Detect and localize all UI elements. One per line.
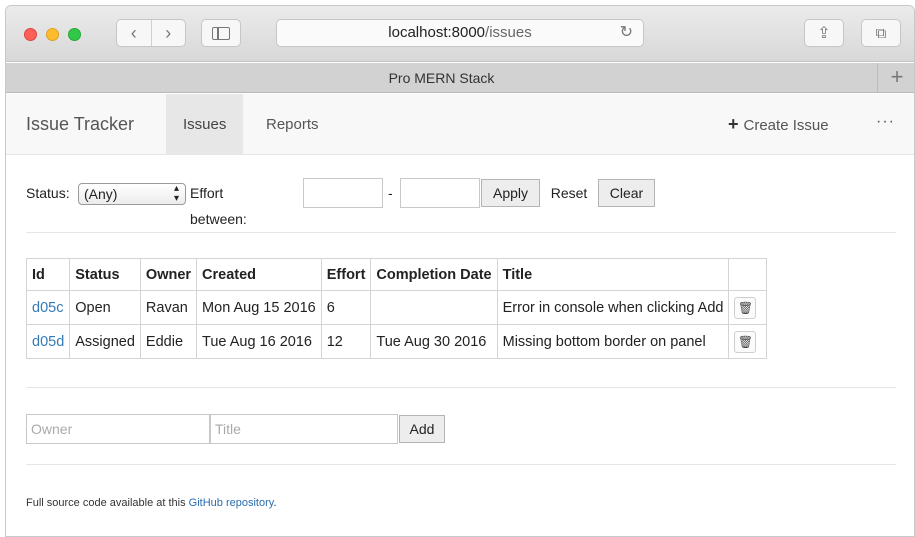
trash-icon[interactable]: 🗑 [734,296,757,319]
status-select-value: (Any) [84,186,118,202]
show-tabs-button[interactable]: ⧉ [861,19,901,47]
zoom-window-button[interactable] [68,28,81,41]
tab-bar: Pro MERN Stack + [6,63,914,93]
column-header-effort: Effort [320,258,372,291]
divider [26,387,896,388]
minimize-window-button[interactable] [46,28,59,41]
browser-toolbar: ‹ › localhost:8000/issues ↻ ⇪ ⧉ [6,6,914,62]
reset-button[interactable]: Reset [541,179,597,207]
url-path: /issues [485,24,532,41]
footer-suffix: . [273,497,277,509]
close-window-button[interactable] [24,28,37,41]
add-button[interactable]: Add [399,415,445,443]
app-navbar: Issue Tracker Issues Reports + Create Iss… [6,94,914,156]
select-arrows-icon: ▴ ▾ [173,183,179,204]
brand-title[interactable]: Issue Tracker [26,94,134,155]
table-header-row: Id Status Owner Created Effort Completio… [25,258,768,291]
clear-button[interactable]: Clear [598,179,655,207]
title-input[interactable]: Title [210,414,398,444]
plus-icon: + [728,114,739,134]
issue-actions-cell: 🗑 [728,324,768,359]
share-icon: ⇪ [817,25,831,42]
issue-created-cell: Mon Aug 15 2016 [196,290,322,325]
effort-max-input[interactable] [400,178,480,208]
column-header-id: Id [25,258,71,291]
url-host: localhost:8000 [388,24,486,41]
issue-id-cell: d05d [25,324,71,359]
column-header-status: Status [69,258,141,291]
footer: Full source code available at this GitHu… [26,497,277,509]
issue-id-cell: d05c [25,290,71,325]
footer-text: Full source code available at this [26,497,189,509]
browser-window: ‹ › localhost:8000/issues ↻ ⇪ ⧉ Pro MERN… [5,5,915,537]
issue-id-link[interactable]: d05c [32,300,63,316]
issue-owner-cell: Ravan [139,290,198,325]
issue-created-cell: Tue Aug 16 2016 [196,324,322,359]
effort-separator: - [388,185,393,201]
active-tab[interactable]: Pro MERN Stack [6,63,878,93]
column-header-actions [728,258,768,291]
column-header-created: Created [196,258,322,291]
back-arrow-icon[interactable]: ‹ [117,20,151,46]
effort-label: Effort between: [190,185,247,227]
create-issue-button[interactable]: + Create Issue [728,94,829,156]
issue-completion-cell [370,290,498,325]
table-row: d05c Open Ravan Mon Aug 15 2016 6 Error … [25,290,768,325]
github-link[interactable]: GitHub repository [189,497,274,509]
nav-item-reports[interactable]: Reports [249,94,336,155]
issue-table: Id Status Owner Created Effort Completio… [25,258,768,359]
issue-title-cell: Missing bottom border on panel [496,324,730,359]
forward-arrow-icon[interactable]: › [150,20,186,46]
status-label: Status: [26,185,70,201]
issue-title-cell: Error in console when clicking Add [496,290,730,325]
column-header-title: Title [496,258,730,291]
issue-completion-cell: Tue Aug 30 2016 [370,324,498,359]
issue-effort-cell: 6 [320,290,372,325]
effort-min-input[interactable] [303,178,383,208]
reload-icon[interactable]: ↻ [620,20,633,46]
share-button[interactable]: ⇪ [804,19,844,47]
status-select[interactable]: (Any) ▴ ▾ [78,183,186,205]
divider [26,464,896,465]
owner-input[interactable]: Owner [26,414,210,444]
table-row: d05d Assigned Eddie Tue Aug 16 2016 12 T… [25,324,768,359]
issue-owner-cell: Eddie [139,324,198,359]
issue-actions-cell: 🗑 [728,290,768,325]
divider [26,232,896,233]
column-header-owner: Owner [139,258,198,291]
trash-icon[interactable]: 🗑 [734,330,757,353]
sidebar-toggle-button[interactable] [201,19,241,47]
address-bar[interactable]: localhost:8000/issues ↻ [276,19,644,47]
sidebar-icon [212,26,230,40]
issue-effort-cell: 12 [320,324,372,359]
tabs-icon: ⧉ [875,24,887,42]
nav-item-issues[interactable]: Issues [166,94,244,155]
new-tab-icon[interactable]: + [878,63,914,93]
history-nav-group: ‹ › [116,19,186,47]
apply-button[interactable]: Apply [481,179,540,207]
column-header-completion-date: Completion Date [370,258,498,291]
create-issue-label: Create Issue [743,117,829,134]
more-menu-icon[interactable]: ··· [876,94,895,150]
issue-id-link[interactable]: d05d [32,334,64,350]
issue-status-cell: Assigned [69,324,141,359]
issue-status-cell: Open [69,290,141,325]
